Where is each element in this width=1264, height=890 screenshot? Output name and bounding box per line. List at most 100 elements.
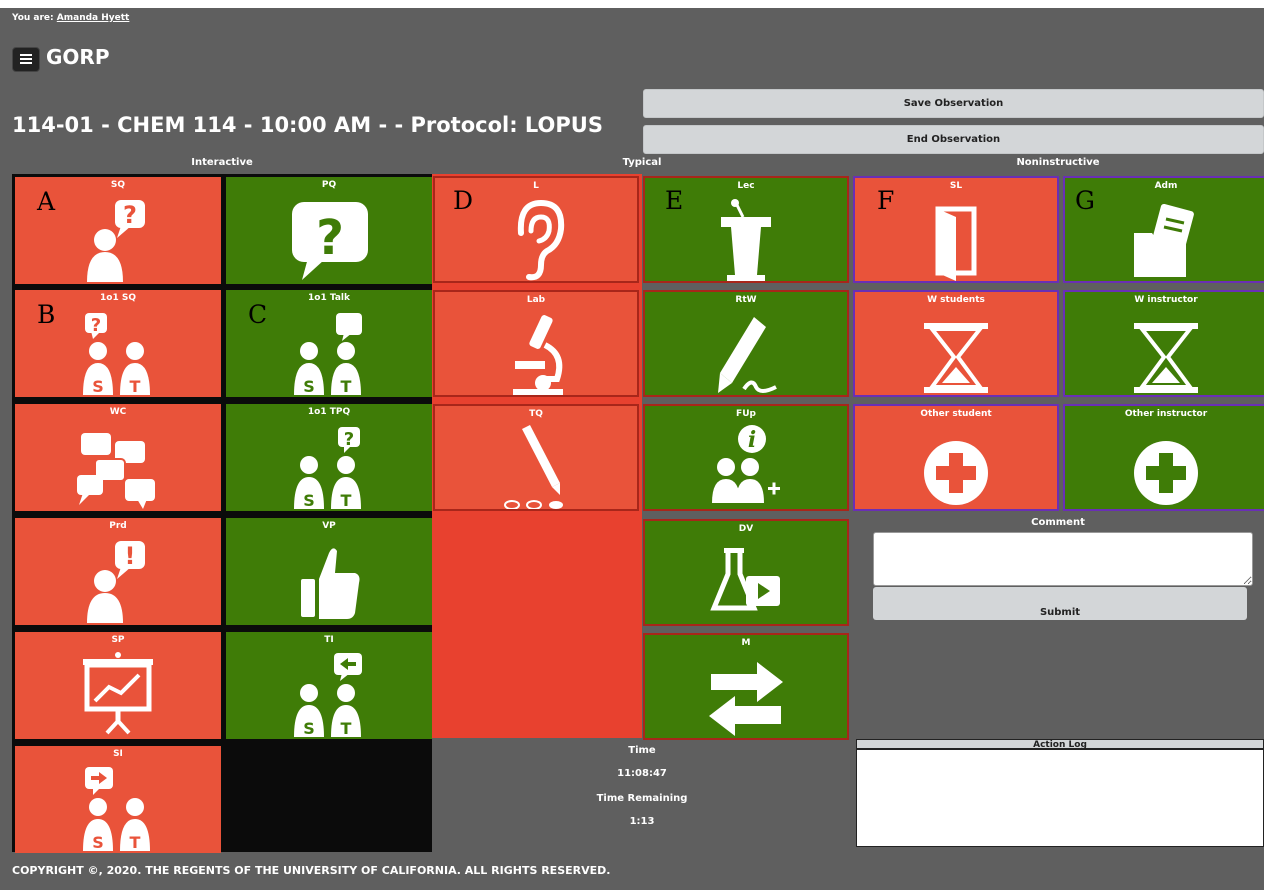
marker-icon bbox=[718, 317, 777, 393]
whole-class-discussion-icon bbox=[77, 433, 155, 509]
tile-sq[interactable]: SQ A ? bbox=[15, 177, 221, 284]
app-frame: You are: Amanda Hyett GORP 114-01 - CHEM… bbox=[0, 8, 1264, 890]
presentation-board-icon bbox=[83, 652, 153, 735]
tile-marker-letter: E bbox=[665, 186, 684, 215]
menu-button[interactable] bbox=[12, 47, 40, 72]
tile-m[interactable]: M bbox=[643, 633, 849, 740]
tile-label: DV bbox=[738, 524, 754, 534]
column-heading-interactive: Interactive bbox=[191, 157, 253, 168]
svg-text:T: T bbox=[130, 377, 141, 395]
svg-text:T: T bbox=[341, 377, 352, 395]
svg-text:S: S bbox=[303, 491, 315, 509]
tile-w-instructor[interactable]: W instructor bbox=[1063, 290, 1264, 397]
tile-sl[interactable]: SL F bbox=[853, 176, 1059, 283]
tile-label: VP bbox=[322, 521, 336, 531]
end-observation-button[interactable]: End Observation bbox=[643, 125, 1264, 154]
submit-button[interactable]: Submit bbox=[873, 587, 1247, 620]
plus-circle-icon bbox=[924, 441, 988, 505]
svg-text:T: T bbox=[341, 491, 352, 509]
tile-lec[interactable]: Lec E bbox=[643, 176, 849, 283]
tile-1o1-sq[interactable]: 1o1 SQ B ? S T bbox=[15, 290, 221, 397]
question-bubble-icon: ? bbox=[292, 202, 368, 280]
tile-1o1-talk[interactable]: 1o1 Talk C S T bbox=[226, 290, 432, 397]
tile-label: TI bbox=[324, 635, 334, 645]
open-door-icon bbox=[935, 206, 977, 281]
tile-si[interactable]: SI S T bbox=[15, 746, 221, 853]
tile-label: SP bbox=[111, 635, 125, 645]
one-on-one-question-icon: ? S T bbox=[83, 313, 150, 395]
tile-other-instructor[interactable]: Other instructor bbox=[1063, 404, 1264, 511]
tile-label: W instructor bbox=[1134, 295, 1198, 305]
time-value: 11:08:47 bbox=[617, 768, 667, 779]
user-name-link[interactable]: Amanda Hyett bbox=[57, 13, 130, 23]
folder-icon bbox=[1134, 203, 1194, 277]
tile-label: RtW bbox=[735, 295, 757, 305]
svg-text:T: T bbox=[341, 719, 352, 737]
tile-marker-letter: D bbox=[453, 186, 474, 215]
tile-marker-letter: B bbox=[37, 300, 56, 329]
svg-text:S: S bbox=[303, 719, 315, 737]
tile-label: FUp bbox=[736, 409, 756, 419]
time-remaining-value: 1:13 bbox=[629, 816, 655, 827]
tile-label: M bbox=[741, 638, 751, 648]
tile-fup[interactable]: FUp i bbox=[643, 404, 849, 511]
tile-label: Prd bbox=[109, 521, 127, 531]
tile-label: TQ bbox=[529, 409, 543, 419]
one-on-one-talk-icon: S T bbox=[294, 313, 362, 395]
tile-wc[interactable]: WC bbox=[15, 404, 221, 511]
tile-label: WC bbox=[109, 407, 127, 417]
tile-rtw[interactable]: RtW bbox=[643, 290, 849, 397]
tile-label: SI bbox=[113, 749, 123, 759]
svg-text:S: S bbox=[92, 833, 104, 851]
teacher-initiates-icon: S T bbox=[294, 653, 362, 737]
pencil-test-icon bbox=[504, 425, 563, 509]
arrows-icon bbox=[709, 662, 783, 736]
action-log-header: Action Log bbox=[856, 739, 1264, 750]
tile-marker-letter: G bbox=[1075, 186, 1095, 215]
app-title: GORP bbox=[46, 45, 110, 69]
student-question-icon: ? bbox=[87, 200, 145, 282]
tile-l[interactable]: L D bbox=[433, 176, 639, 283]
tile-label: Other instructor bbox=[1124, 409, 1208, 419]
flask-video-icon bbox=[710, 548, 780, 611]
svg-text:T: T bbox=[130, 833, 141, 851]
tile-adm[interactable]: Adm G bbox=[1063, 176, 1264, 283]
microscope-icon bbox=[513, 315, 563, 395]
tile-sp[interactable]: SP bbox=[15, 632, 221, 739]
you-are-label: You are: bbox=[12, 13, 54, 23]
tile-1o1-tpq[interactable]: 1o1 TPQ ? S T bbox=[226, 404, 432, 511]
tile-vp[interactable]: VP bbox=[226, 518, 432, 625]
svg-text:?: ? bbox=[316, 210, 344, 266]
podium-icon bbox=[721, 199, 771, 281]
thumbs-up-icon bbox=[301, 548, 360, 619]
tile-tq[interactable]: TQ bbox=[433, 404, 639, 511]
tile-label: 1o1 TPQ bbox=[307, 407, 351, 417]
tile-label: Lab bbox=[526, 295, 546, 305]
tile-label: PQ bbox=[321, 180, 337, 190]
hourglass-icon bbox=[1134, 323, 1198, 393]
tile-prd[interactable]: Prd ! bbox=[15, 518, 221, 625]
tile-pq[interactable]: PQ ? bbox=[226, 177, 432, 284]
comment-input[interactable] bbox=[873, 532, 1253, 586]
svg-text:?: ? bbox=[91, 315, 101, 336]
tile-lab[interactable]: Lab bbox=[433, 290, 639, 397]
action-log[interactable] bbox=[856, 749, 1264, 847]
save-observation-button[interactable]: Save Observation bbox=[643, 89, 1264, 118]
tile-label: W students bbox=[927, 295, 985, 305]
user-line: You are: Amanda Hyett bbox=[12, 13, 129, 23]
tile-other-student[interactable]: Other student bbox=[853, 404, 1059, 511]
prediction-icon: ! bbox=[87, 541, 145, 623]
time-remaining-label: Time Remaining bbox=[596, 793, 688, 804]
svg-text:!: ! bbox=[125, 542, 136, 570]
svg-text:?: ? bbox=[123, 201, 137, 229]
tile-w-students[interactable]: W students bbox=[853, 290, 1059, 397]
tile-label: Other student bbox=[920, 409, 992, 419]
one-on-one-teacher-question-icon: ? S T bbox=[294, 427, 361, 509]
comment-label: Comment bbox=[1031, 517, 1085, 528]
page-title: 114-01 - CHEM 114 - 10:00 AM - - Protoco… bbox=[12, 113, 603, 137]
ear-icon bbox=[517, 199, 565, 281]
tile-marker-letter: C bbox=[248, 300, 268, 329]
tile-dv[interactable]: DV bbox=[643, 519, 849, 626]
hourglass-icon bbox=[924, 323, 988, 393]
tile-ti[interactable]: TI S T bbox=[226, 632, 432, 739]
